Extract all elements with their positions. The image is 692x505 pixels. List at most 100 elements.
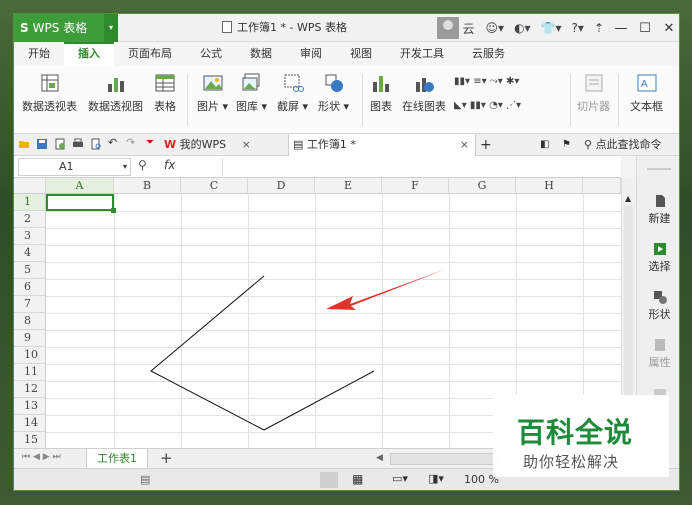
ribbon-divider bbox=[362, 74, 363, 126]
scissors-icon bbox=[284, 74, 304, 92]
page-break-view-icon[interactable]: ▦ bbox=[352, 472, 363, 486]
close-icon[interactable]: × bbox=[460, 134, 469, 156]
watermark-subtitle: 助你轻松解决 bbox=[523, 453, 620, 471]
online-chart-button[interactable]: 在线图表 bbox=[402, 72, 446, 114]
title-bar-controls: 云 ☺▾ ◐▾ 👕▾ ?▾ ⇡ — ☐ ✕ bbox=[436, 14, 680, 42]
wps-logo-icon: S bbox=[20, 21, 29, 35]
chevron-down-icon[interactable]: ▾ bbox=[104, 14, 118, 42]
tab-insert[interactable]: 插入 bbox=[64, 42, 114, 66]
app-name: WPS 表格 bbox=[32, 21, 88, 35]
textbox-button[interactable]: A 文本框 bbox=[630, 72, 663, 114]
normal-view-icon[interactable] bbox=[320, 472, 338, 488]
skin-icon[interactable]: ◐▾ bbox=[514, 21, 531, 35]
redo-icon[interactable]: ↷ bbox=[126, 136, 138, 149]
tab-home[interactable]: 开始 bbox=[14, 42, 64, 66]
formula-bar: A1 ▾ ⚲ fx bbox=[14, 156, 621, 178]
flag-icon[interactable]: ⚑ bbox=[562, 134, 571, 156]
print-icon[interactable] bbox=[72, 138, 84, 150]
new-document-icon bbox=[655, 195, 665, 207]
picture-icon bbox=[203, 75, 223, 91]
drawn-straight-line[interactable] bbox=[263, 370, 375, 431]
name-box[interactable]: A1 ▾ bbox=[18, 158, 131, 176]
gallery-icon bbox=[242, 73, 260, 91]
tab-workbook[interactable]: ▤ 工作簿1 * × bbox=[288, 134, 476, 156]
ribbon-tabs: 开始 插入 页面布局 公式 数据 审阅 视图 开发工具 云服务 bbox=[14, 42, 679, 66]
command-search[interactable]: ⚲ 点此查找命令 bbox=[584, 134, 662, 156]
pane-new-button[interactable]: 新建 bbox=[637, 194, 679, 226]
app-menu-button[interactable]: S WPS 表格 ▾ bbox=[14, 14, 118, 42]
shape-icon bbox=[653, 291, 667, 304]
pane-props-button[interactable]: 属性 bbox=[637, 338, 679, 370]
close-button[interactable]: ✕ bbox=[657, 21, 679, 36]
scroll-up-icon[interactable]: ▲ bbox=[625, 194, 631, 203]
tab-view[interactable]: 视图 bbox=[336, 42, 386, 66]
reading-mode-icon[interactable]: ◨▾ bbox=[428, 472, 444, 485]
pivot-table-button[interactable]: 数据透视表 bbox=[22, 72, 77, 114]
undo-icon[interactable]: ↶ bbox=[108, 136, 120, 149]
chart-button[interactable]: 图表 bbox=[370, 72, 392, 114]
chevron-down-icon: ▾ bbox=[219, 100, 229, 113]
print-preview-icon[interactable] bbox=[90, 138, 102, 150]
bar-chart-types[interactable]: ▮▮▾ ≡▾ ⤳▾ ✱▾ bbox=[454, 76, 519, 87]
chevron-down-icon: ▾ bbox=[299, 100, 309, 113]
picture-button[interactable]: 图片 ▾ bbox=[197, 72, 228, 114]
wps-logo-icon: W bbox=[164, 138, 177, 151]
export-icon[interactable] bbox=[54, 138, 66, 150]
smiley-icon[interactable]: ☺▾ bbox=[486, 21, 505, 35]
pivot-table-icon bbox=[41, 74, 58, 92]
pane-grip[interactable] bbox=[647, 168, 671, 170]
maximize-button[interactable]: ☐ bbox=[633, 21, 657, 36]
quick-access-bar: ↶ ↷ ⏷ W 我的WPS × ▤ 工作簿1 * × + ◧ ⚑ ⚲ 点此查找命… bbox=[14, 134, 679, 156]
tab-page-layout[interactable]: 页面布局 bbox=[114, 42, 186, 66]
customize-icon[interactable]: ⏷ bbox=[146, 137, 158, 149]
close-icon[interactable]: × bbox=[242, 138, 251, 151]
slicer-button[interactable]: 切片器 bbox=[577, 72, 610, 114]
help-icon[interactable]: ?▾ bbox=[572, 21, 584, 35]
tab-list-icon[interactable]: ◧ bbox=[540, 134, 549, 156]
shirt-icon[interactable]: 👕▾ bbox=[541, 21, 562, 35]
watermark-title: 百科全说 bbox=[517, 416, 634, 449]
tab-formulas[interactable]: 公式 bbox=[186, 42, 236, 66]
ribbon-divider bbox=[618, 74, 619, 126]
drawn-angle-line[interactable] bbox=[150, 275, 265, 431]
ribbon-divider bbox=[570, 74, 571, 126]
tab-cloud[interactable]: 云服务 bbox=[458, 42, 519, 66]
zoom-search-icon[interactable]: ⚲ bbox=[138, 158, 147, 172]
tab-data[interactable]: 数据 bbox=[236, 42, 286, 66]
pane-shape-button[interactable]: 形状 bbox=[637, 290, 679, 322]
pane-select-button[interactable]: 选择 bbox=[637, 242, 679, 274]
add-sheet-icon[interactable]: + bbox=[160, 449, 173, 467]
upload-icon[interactable]: ⇡ bbox=[594, 21, 604, 35]
horizontal-scrollbar[interactable] bbox=[390, 453, 500, 465]
table-icon bbox=[155, 74, 175, 92]
avatar[interactable] bbox=[436, 17, 459, 39]
pivot-chart-button[interactable]: 数据透视图 bbox=[88, 72, 143, 114]
svg-text:A: A bbox=[641, 79, 648, 90]
sheet-nav-icons[interactable]: ⏮ ◀ ▶ ⏭ bbox=[22, 452, 61, 462]
page-layout-view-icon[interactable]: ▭▾ bbox=[392, 472, 408, 485]
properties-icon bbox=[654, 339, 665, 351]
online-chart-icon bbox=[416, 78, 434, 92]
chart-icon bbox=[373, 76, 389, 92]
gallery-button[interactable]: 图库 ▾ bbox=[236, 72, 267, 114]
tab-review[interactable]: 审阅 bbox=[286, 42, 336, 66]
save-icon[interactable] bbox=[36, 138, 48, 150]
fx-icon[interactable]: fx bbox=[164, 158, 175, 172]
open-folder-icon[interactable] bbox=[18, 138, 30, 150]
add-tab-icon[interactable]: + bbox=[480, 134, 492, 156]
scroll-thumb[interactable] bbox=[624, 206, 633, 406]
chevron-down-icon: ▾ bbox=[340, 100, 350, 113]
table-button[interactable]: 表格 bbox=[154, 72, 176, 114]
cloud-label[interactable]: 云 bbox=[463, 20, 475, 37]
tab-developer[interactable]: 开发工具 bbox=[386, 42, 458, 66]
more-chart-types[interactable]: ◣▾ ▮▮▾ ◔▾ ⋰▾ bbox=[454, 100, 521, 111]
minimize-button[interactable]: — bbox=[609, 21, 633, 36]
shapes-button[interactable]: 形状 ▾ bbox=[318, 72, 349, 114]
chevron-down-icon[interactable]: ▾ bbox=[123, 159, 127, 175]
formula-input[interactable] bbox=[222, 158, 614, 176]
screenshot-button[interactable]: 截屏 ▾ bbox=[277, 72, 308, 114]
sheet-tab[interactable]: 工作表1 bbox=[86, 449, 148, 469]
scroll-left-icon[interactable]: ◀ bbox=[376, 453, 383, 463]
tab-mywps[interactable]: W 我的WPS × bbox=[164, 134, 251, 156]
macro-icon[interactable]: ▤ bbox=[140, 473, 150, 486]
